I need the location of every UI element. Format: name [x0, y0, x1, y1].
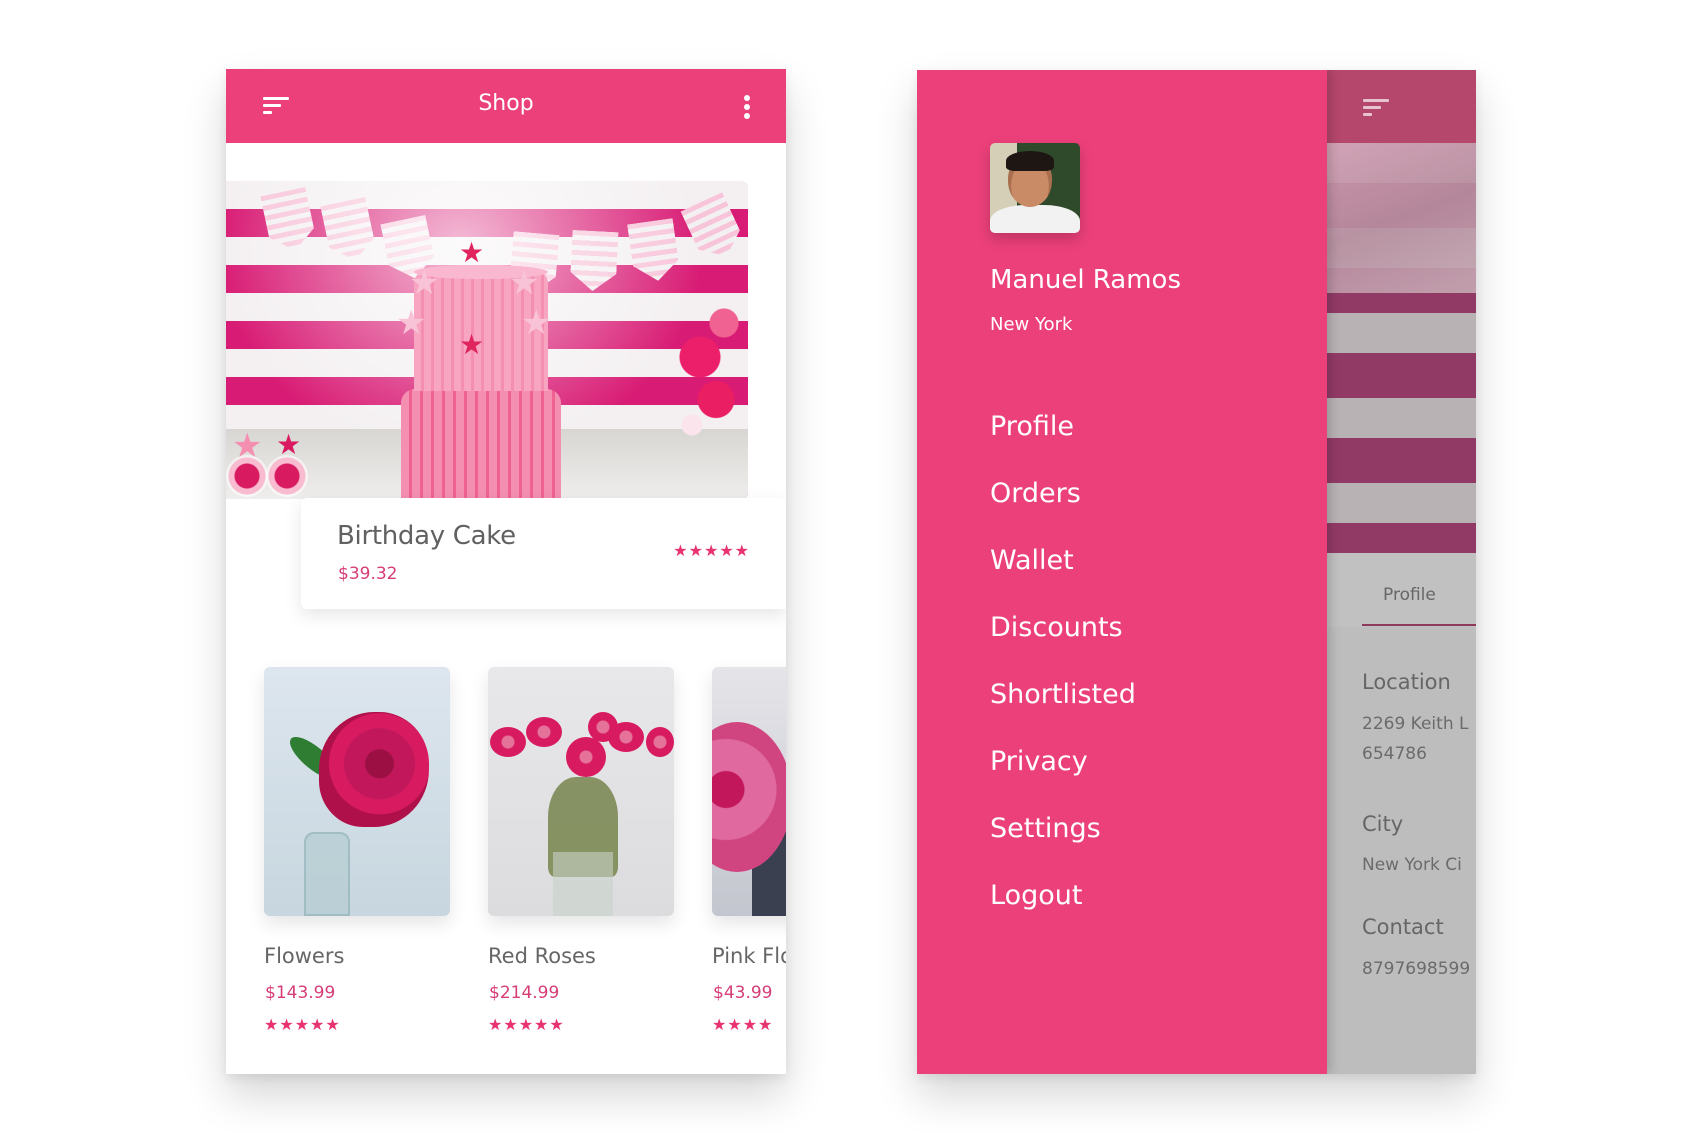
product-image[interactable]: [264, 667, 450, 916]
star-decoration-icon: ★: [459, 328, 485, 361]
field-value: 2269 Keith L: [1362, 714, 1469, 734]
dimmed-app-bar: [1327, 70, 1476, 143]
featured-product-price: $39.32: [338, 564, 398, 584]
star-decoration-icon: ★: [521, 303, 552, 343]
drawer-menu: Profile Orders Wallet Discounts Shortlis…: [990, 411, 1136, 947]
product-image[interactable]: [712, 667, 786, 916]
product-card[interactable]: Flowers $143.99 ★★★★★: [264, 667, 450, 1034]
field-label: City: [1362, 812, 1404, 836]
product-card[interactable]: Red Roses $214.99 ★★★★★: [488, 667, 674, 1034]
user-city: New York: [990, 314, 1073, 335]
menu-item-logout[interactable]: Logout: [990, 880, 1136, 947]
avatar[interactable]: [990, 143, 1080, 233]
dimmed-cover-image: [1327, 143, 1476, 553]
field-value: New York Ci: [1362, 855, 1462, 875]
menu-item-orders[interactable]: Orders: [990, 478, 1136, 545]
field-value: 654786: [1362, 744, 1427, 764]
product-name: Red Roses: [488, 944, 596, 968]
product-price: $214.99: [489, 983, 560, 1003]
menu-item-profile[interactable]: Profile: [990, 411, 1136, 478]
candy-jar: [226, 455, 268, 497]
tab-profile[interactable]: Profile: [1327, 553, 1476, 627]
flower-bouquet: [668, 289, 748, 459]
shop-screen: Shop ★ ★ ★ ★ ★ ★ ★ ★ Birthday Cake $39.3…: [226, 69, 786, 1074]
tab-indicator: [1362, 624, 1476, 626]
star-rating-icon: ★★★★★: [488, 1015, 565, 1034]
user-name: Manuel Ramos: [990, 265, 1182, 295]
star-decoration-icon: ★: [509, 263, 540, 303]
menu-item-discounts[interactable]: Discounts: [990, 612, 1136, 679]
field-label: Contact: [1362, 915, 1444, 939]
candy-jar: [266, 455, 308, 497]
dimmed-profile-content: Profile Location 2269 Keith L 654786 Cit…: [1327, 553, 1476, 1074]
star-rating-icon: ★★★★: [712, 1015, 774, 1034]
drawer-screen: Profile Location 2269 Keith L 654786 Cit…: [917, 70, 1476, 1074]
app-bar: Shop: [226, 69, 786, 143]
menu-item-privacy[interactable]: Privacy: [990, 746, 1136, 813]
page-title: Shop: [478, 91, 534, 116]
product-name: Flowers: [264, 944, 345, 968]
product-price: $143.99: [265, 983, 336, 1003]
product-name: Pink Flo: [712, 944, 786, 968]
cake-bottom-tier: [401, 389, 561, 499]
star-decoration-icon: ★: [409, 263, 440, 303]
star-rating-icon: ★★★★★: [264, 1015, 341, 1034]
menu-item-settings[interactable]: Settings: [990, 813, 1136, 880]
star-rating-icon: ★★★★★: [673, 541, 750, 560]
star-decoration-icon: ★: [459, 236, 485, 269]
menu-item-wallet[interactable]: Wallet: [990, 545, 1136, 612]
hamburger-icon[interactable]: [1363, 99, 1389, 117]
product-price: $43.99: [713, 983, 773, 1003]
featured-product-name: Birthday Cake: [337, 521, 516, 551]
star-decoration-icon: ★: [396, 303, 427, 343]
navigation-drawer: Manuel Ramos New York Profile Orders Wal…: [917, 70, 1327, 1074]
product-image[interactable]: [488, 667, 674, 916]
tab-label: Profile: [1383, 585, 1436, 605]
product-card[interactable]: Pink Flo $43.99 ★★★★: [712, 667, 786, 1034]
featured-product-image[interactable]: ★ ★ ★ ★ ★ ★ ★ ★: [226, 181, 748, 499]
more-vertical-icon[interactable]: [742, 93, 752, 121]
field-value: 8797698599: [1362, 959, 1471, 979]
featured-product-card[interactable]: Birthday Cake $39.32 ★★★★★: [301, 498, 786, 609]
menu-item-shortlisted[interactable]: Shortlisted: [990, 679, 1136, 746]
field-label: Location: [1362, 670, 1451, 694]
